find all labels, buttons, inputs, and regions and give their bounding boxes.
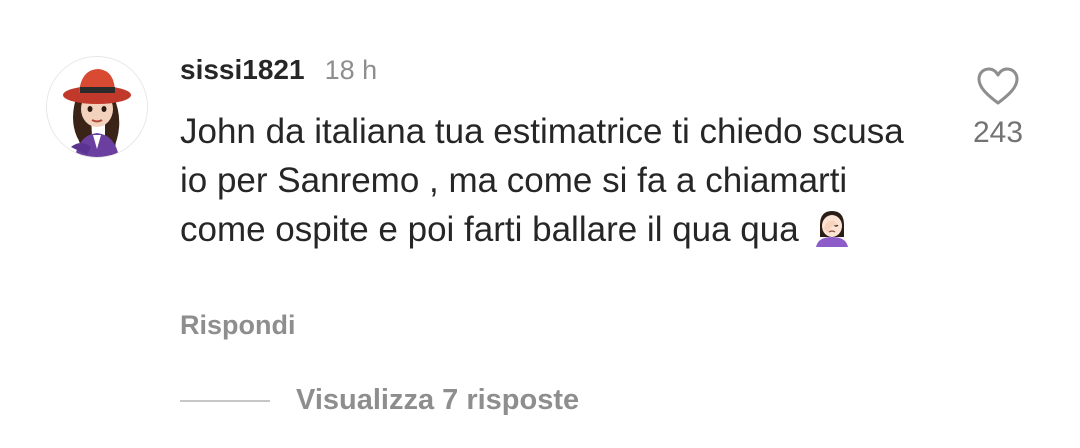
woman-facepalming-icon <box>812 207 852 247</box>
comment-timestamp: 18 h <box>324 55 378 85</box>
reply-button[interactable]: Rispondi <box>180 310 296 341</box>
replies-divider-line <box>180 399 270 402</box>
view-replies-label: Visualizza 7 risposte <box>296 384 580 416</box>
heart-outline-icon[interactable] <box>976 66 1020 106</box>
user-avatar[interactable] <box>46 56 148 158</box>
avatar-image <box>47 57 147 157</box>
comment-text: John da italiana tua estimatrice ti chie… <box>180 112 904 249</box>
like-count: 243 <box>972 116 1024 149</box>
like-group: 243 <box>955 66 1041 150</box>
view-replies-button[interactable]: Visualizza 7 risposte <box>180 384 579 417</box>
username[interactable]: sissi1821 <box>180 54 305 86</box>
comment-header: sissi1821 18 h <box>180 54 377 88</box>
comment-text-block: John da italiana tua estimatrice ti chie… <box>180 107 920 254</box>
comment-item: sissi1821 18 h John da italiana tua esti… <box>0 0 1080 448</box>
